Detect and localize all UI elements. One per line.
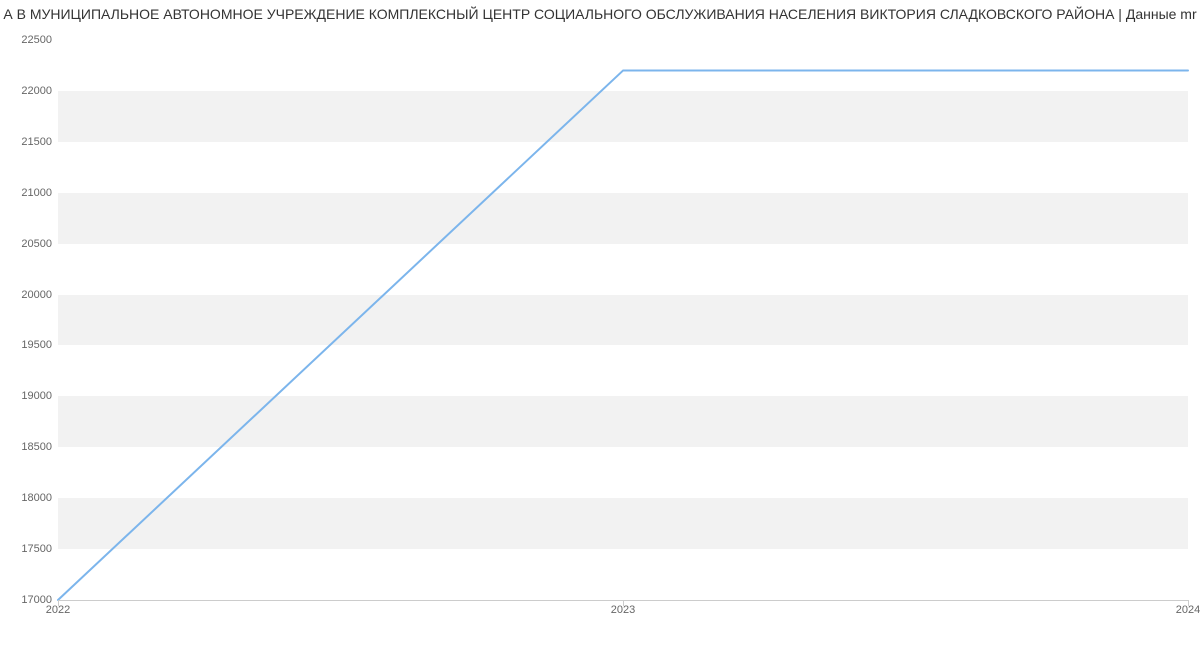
line-series — [58, 40, 1188, 600]
plot-area — [58, 40, 1188, 600]
y-tick-label: 17500 — [21, 543, 52, 555]
y-tick-label: 18000 — [21, 492, 52, 504]
chart-container: А В МУНИЦИПАЛЬНОЕ АВТОНОМНОЕ УЧРЕЖДЕНИЕ … — [0, 0, 1200, 650]
y-tick-label: 21000 — [21, 187, 52, 199]
x-tick-mark — [1188, 600, 1189, 606]
chart-title: А В МУНИЦИПАЛЬНОЕ АВТОНОМНОЕ УЧРЕЖДЕНИЕ … — [0, 6, 1200, 22]
y-tick-label: 20000 — [21, 289, 52, 301]
x-tick-mark — [58, 600, 59, 606]
y-tick-label: 19000 — [21, 390, 52, 402]
y-tick-label: 22500 — [21, 34, 52, 46]
y-tick-label: 20500 — [21, 238, 52, 250]
y-tick-label: 18500 — [21, 441, 52, 453]
y-tick-label: 22000 — [21, 85, 52, 97]
y-tick-label: 19500 — [21, 339, 52, 351]
x-tick-mark — [623, 600, 624, 606]
y-tick-label: 21500 — [21, 136, 52, 148]
